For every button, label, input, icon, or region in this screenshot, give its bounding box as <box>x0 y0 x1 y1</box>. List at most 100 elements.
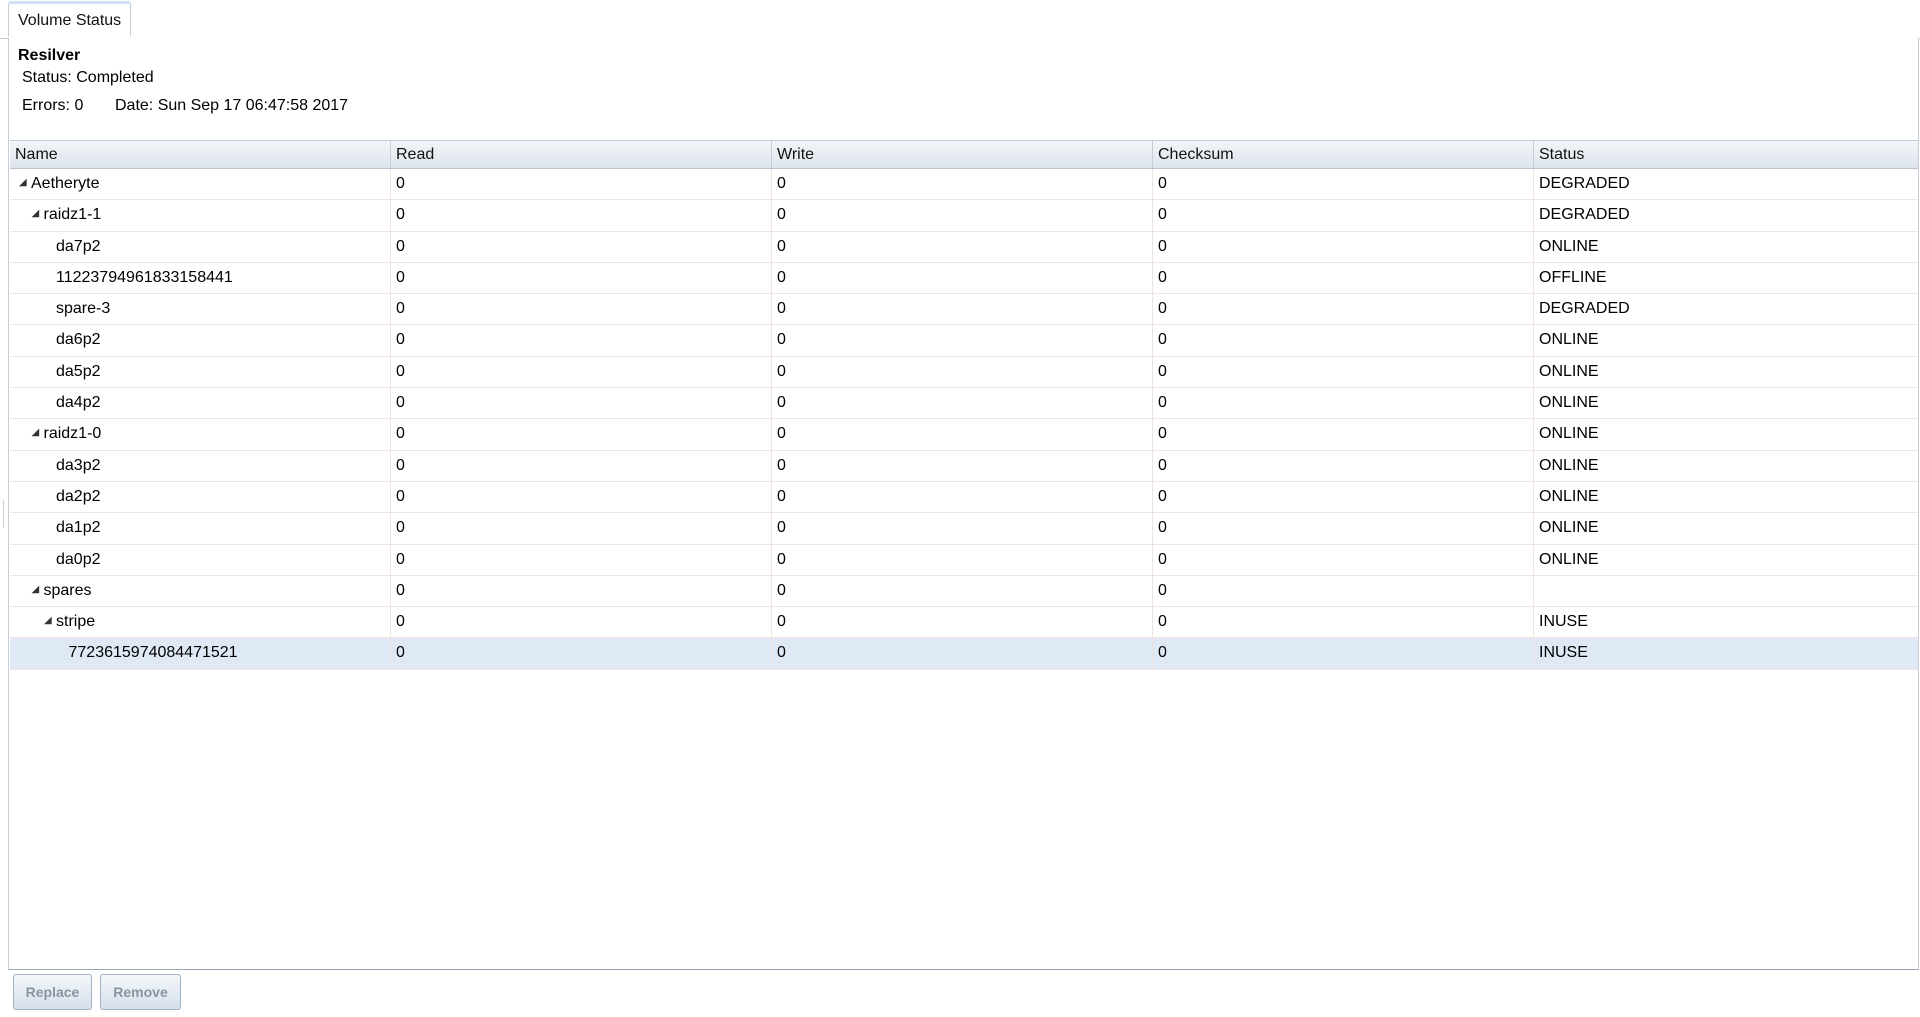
cell-status: OFFLINE <box>1539 268 1607 286</box>
cell-status: ONLINE <box>1539 550 1599 568</box>
cell-write: 0 <box>772 356 1153 388</box>
cell-status: ONLINE <box>1539 237 1599 255</box>
cell-status: ONLINE <box>1539 519 1599 537</box>
cell-read: 0 <box>391 638 772 669</box>
cell-checksum: 0 <box>1153 231 1534 262</box>
row-name-label: raidz1-1 <box>43 206 102 224</box>
cell-checksum: 0 <box>1153 388 1534 419</box>
table-row[interactable]: ◢ raidz1-1 0 0 0 DEGRADED <box>10 200 1918 232</box>
tab-volume-status[interactable]: Volume Status <box>8 1 132 37</box>
cell-status <box>1534 576 1918 606</box>
cell-status: ONLINE <box>1539 362 1599 380</box>
resilver-errors: Errors: 0 <box>22 97 84 114</box>
table-row[interactable]: ◢ Aetheryte 0 0 0 DEGRADED <box>10 169 1918 201</box>
cell-write: 0 <box>772 419 1153 450</box>
resilver-date: Date: Sun Sep 17 06:47:58 2017 <box>115 97 349 114</box>
cell-write: 0 <box>772 200 1153 231</box>
cell-checksum: 0 <box>1153 169 1534 200</box>
row-name-label: da2p2 <box>56 487 101 505</box>
row-name-label: 7723615974084471521 <box>68 644 238 662</box>
cell-status: DEGRADED <box>1539 175 1630 192</box>
volume-tree-grid: Name Read Write Checksum Status ◢ Aethery… <box>10 140 1918 670</box>
table-row[interactable]: da3p2 0 0 0 ONLINE <box>10 450 1918 482</box>
cell-name: da3p2 <box>10 450 391 481</box>
cell-status: ONLINE <box>1539 487 1599 505</box>
cell-write: 0 <box>772 607 1153 638</box>
expander-icon[interactable]: ◢ <box>32 419 44 448</box>
cell-checksum: 0 <box>1153 544 1534 575</box>
cell-write: 0 <box>772 575 1153 607</box>
cell-read: 0 <box>391 575 772 607</box>
cell-checksum: 0 <box>1153 513 1534 544</box>
table-row[interactable]: da7p2 0 0 0 ONLINE <box>10 231 1918 263</box>
cell-write: 0 <box>772 513 1153 544</box>
table-row[interactable]: da1p2 0 0 0 ONLINE <box>10 513 1918 545</box>
table-row[interactable]: 7723615974084471521 0 0 0 INUSE <box>10 638 1918 670</box>
cell-read: 0 <box>391 419 772 450</box>
table-row[interactable]: da5p2 0 0 0 ONLINE <box>10 356 1918 389</box>
remove-button[interactable]: Remove <box>100 974 181 1010</box>
expander-icon[interactable]: ◢ <box>32 576 44 605</box>
table-row[interactable]: 11223794961833158441 0 0 0 OFFLINE <box>10 262 1918 295</box>
column-header-status[interactable]: Status <box>1534 141 1918 168</box>
cell-read: 0 <box>391 356 772 388</box>
table-row[interactable]: ◢ stripe 0 0 0 INUSE <box>10 607 1918 639</box>
cell-write: 0 <box>772 450 1153 481</box>
column-header-write[interactable]: Write <box>772 141 1153 168</box>
cell-read: 0 <box>391 231 772 262</box>
cell-name: da2p2 <box>10 481 391 513</box>
cell-name: ◢ spares <box>10 575 391 607</box>
table-row[interactable]: da4p2 0 0 0 ONLINE <box>10 388 1918 420</box>
cell-read: 0 <box>391 513 772 544</box>
row-name-label: da1p2 <box>56 519 101 537</box>
row-name-label: da3p2 <box>56 456 101 474</box>
column-header-name[interactable]: Name <box>10 141 391 168</box>
resize-handle[interactable] <box>3 500 6 528</box>
replace-button[interactable]: Replace <box>13 974 92 1010</box>
cell-name: 11223794961833158441 <box>10 262 391 294</box>
cell-read: 0 <box>391 544 772 575</box>
cell-status: INUSE <box>1539 613 1588 631</box>
row-name-label: da4p2 <box>56 394 101 412</box>
cell-checksum: 0 <box>1153 200 1534 231</box>
cell-checksum: 0 <box>1153 262 1534 294</box>
resilver-status: Status: Completed <box>22 69 154 86</box>
expander-icon[interactable]: ◢ <box>19 169 31 198</box>
cell-name: da0p2 <box>10 544 391 575</box>
cell-name: ◢ raidz1-1 <box>10 200 391 231</box>
cell-read: 0 <box>391 294 772 325</box>
row-name-label: da0p2 <box>56 550 101 568</box>
cell-read: 0 <box>391 450 772 481</box>
cell-write: 0 <box>772 544 1153 575</box>
table-row[interactable]: spare-3 0 0 0 DEGRADED <box>10 294 1918 326</box>
expander-icon[interactable]: ◢ <box>32 200 44 229</box>
row-name-label: Aetheryte <box>31 175 100 193</box>
table-row[interactable]: da0p2 0 0 0 ONLINE <box>10 544 1918 576</box>
cell-checksum: 0 <box>1153 356 1534 388</box>
table-row[interactable]: ◢ spares 0 0 0 <box>10 575 1918 608</box>
column-header-read[interactable]: Read <box>391 141 772 168</box>
cell-checksum: 0 <box>1153 325 1534 356</box>
cell-checksum: 0 <box>1153 419 1534 450</box>
cell-name: da1p2 <box>10 513 391 544</box>
row-name-label: da6p2 <box>56 331 101 349</box>
cell-read: 0 <box>391 169 772 200</box>
resilver-title: Resilver <box>18 47 81 64</box>
table-row[interactable]: ◢ raidz1-0 0 0 0 ONLINE <box>10 419 1918 451</box>
cell-checksum: 0 <box>1153 481 1534 513</box>
table-row[interactable]: da2p2 0 0 0 ONLINE <box>10 481 1918 514</box>
cell-write: 0 <box>772 388 1153 419</box>
cell-checksum: 0 <box>1153 294 1534 325</box>
cell-checksum: 0 <box>1153 638 1534 669</box>
cell-write: 0 <box>772 262 1153 294</box>
cell-checksum: 0 <box>1153 575 1534 607</box>
column-header-checksum[interactable]: Checksum <box>1153 141 1534 168</box>
table-row[interactable]: da6p2 0 0 0 ONLINE <box>10 325 1918 357</box>
cell-write: 0 <box>772 231 1153 262</box>
cell-read: 0 <box>391 607 772 638</box>
row-name-label: stripe <box>56 613 96 631</box>
cell-name: spare-3 <box>10 294 391 325</box>
row-name-label: da5p2 <box>56 362 101 380</box>
expander-icon[interactable]: ◢ <box>44 607 56 636</box>
grid-header: Name Read Write Checksum Status <box>10 140 1918 169</box>
